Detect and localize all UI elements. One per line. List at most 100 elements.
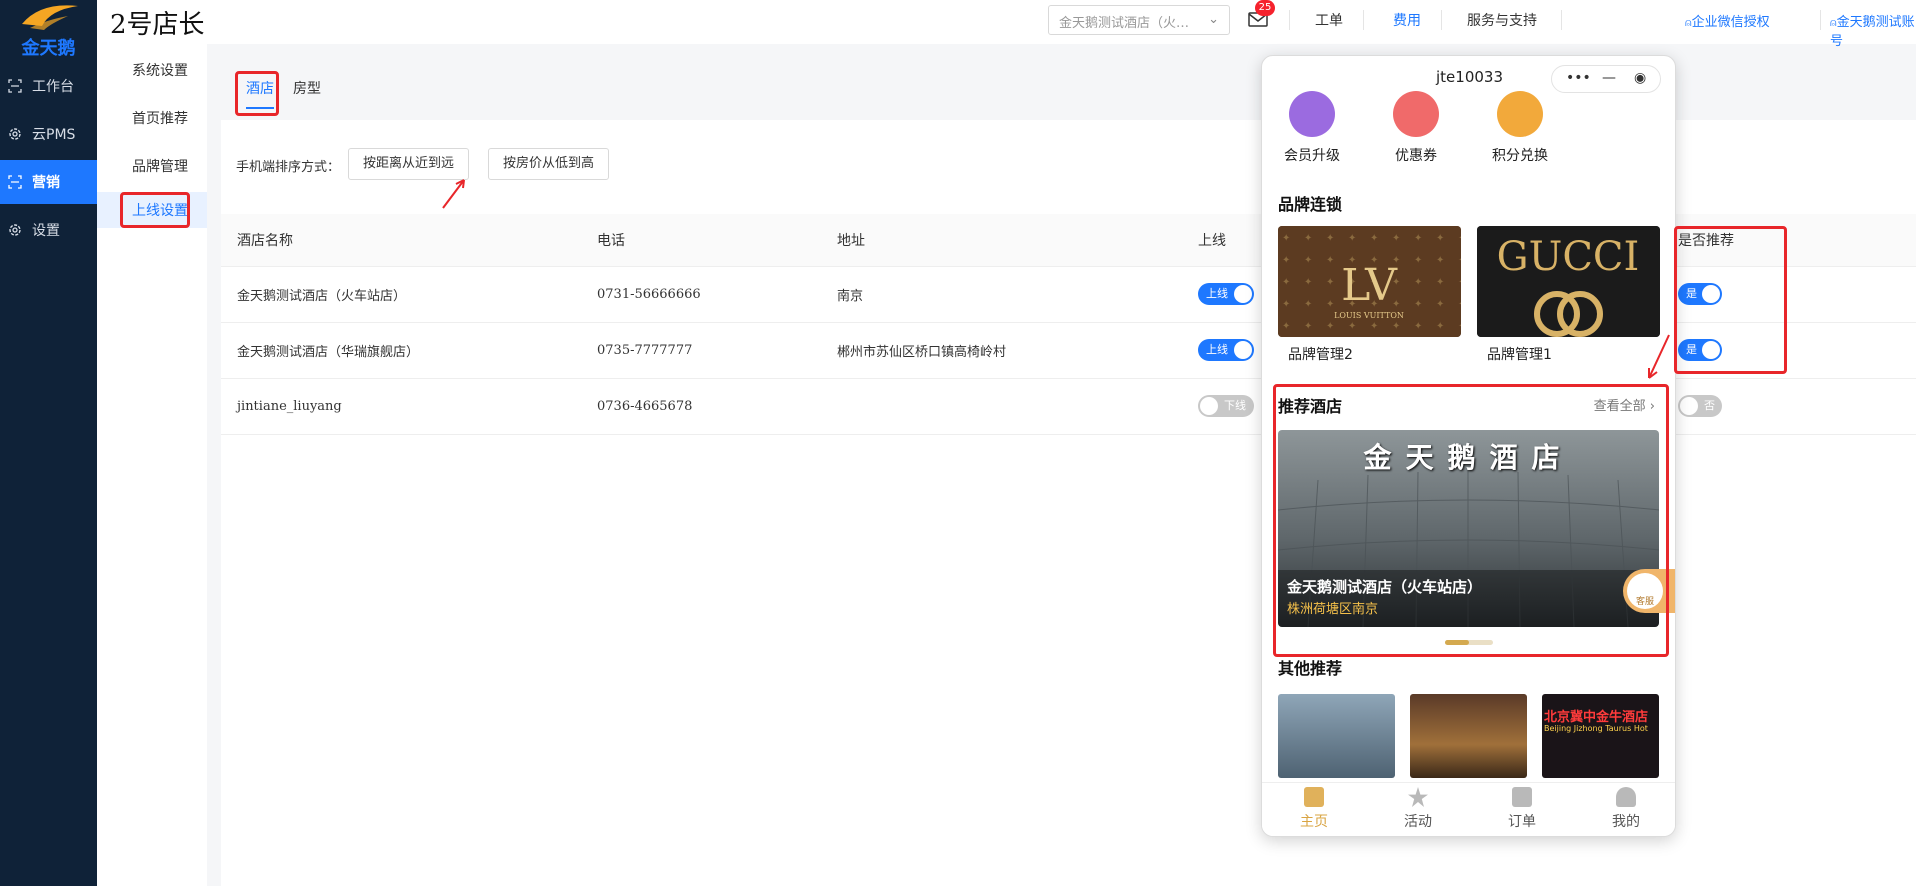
brand-logo[interactable]: 金天鹅 (0, 0, 97, 59)
online-toggle[interactable]: 上线 (1198, 339, 1254, 361)
store-select[interactable]: 金天鹅测试酒店（火… ⌄ (1048, 5, 1230, 35)
brand-card-gucci[interactable]: GUCCI (1477, 226, 1660, 337)
svg-text:LV: LV (1341, 260, 1398, 311)
hotel-phone-cell: 0736-4665678 (581, 378, 821, 435)
lv-logo-icon: ✦ LV LOUIS VUITTON (1278, 226, 1461, 337)
nav-label: 设置 (32, 223, 60, 239)
gear-icon (8, 127, 22, 141)
divider (1561, 10, 1562, 30)
banner-hotel-name: 金天鹅测试酒店（火车站店） (1287, 578, 1483, 596)
service-support-link[interactable]: 服务与支持 (1467, 10, 1537, 30)
settings-gear-icon (8, 223, 22, 237)
account-link[interactable]: ⍝金天鹅测试账号 (1830, 11, 1916, 49)
quick-link-coupon[interactable]: 优惠券 (1376, 91, 1456, 165)
workbench-icon (8, 79, 22, 93)
tabbar-activity[interactable]: 活动 (1366, 787, 1470, 831)
toggle-label: 上线 (1206, 343, 1228, 356)
recommended-hotel-banner[interactable]: 金天鹅酒店 金天鹅测试酒店（火车站店） 株洲荷塘区南京 (1278, 430, 1659, 627)
toggle-knob (1234, 285, 1252, 303)
member-upgrade-icon (1289, 91, 1335, 137)
points-exchange-icon (1497, 91, 1543, 137)
top-header: 2号店长 金天鹅测试酒店（火… ⌄ 25 工单 费用 服务与支持 ⍝企业微信授权… (97, 0, 1916, 49)
wecom-auth-link[interactable]: ⍝企业微信授权 (1685, 11, 1770, 30)
order-icon (1512, 787, 1532, 807)
main-sidebar: 金天鹅 工作台 云PMS 营销 设置 (0, 0, 97, 886)
recommend-toggle[interactable]: 是 (1678, 283, 1722, 305)
tab-room-type[interactable]: 房型 (293, 78, 321, 98)
toggle-label: 是 (1686, 287, 1697, 300)
minimize-icon[interactable]: — (1602, 70, 1616, 86)
recommend-cell: 是 (1662, 266, 1916, 323)
divider (1363, 10, 1364, 30)
mobile-preview-window: jte10033 ••• — ◉ 会员升级 优惠券 积分兑换 品牌连锁 ✦ LV… (1261, 55, 1676, 837)
recommend-toggle[interactable]: 是 (1678, 339, 1722, 361)
hotel-address-cell (821, 378, 1182, 435)
message-count-badge: 25 (1255, 0, 1275, 16)
tab-hotel[interactable]: 酒店 (246, 78, 274, 98)
online-toggle[interactable]: 下线 (1198, 395, 1254, 417)
hotel-neon-sign: 北京冀中金牛酒店 (1544, 710, 1649, 725)
hotel-name-cell: 金天鹅测试酒店（华瑞旗舰店） (221, 322, 581, 379)
brand-card-lv[interactable]: ✦ LV LOUIS VUITTON (1278, 226, 1461, 337)
fees-link[interactable]: 费用 (1393, 10, 1421, 30)
customer-service-button[interactable]: 客服 (1623, 569, 1675, 613)
hotel-neon-sign-en: Beijing Jizhong Taurus Hot (1544, 724, 1648, 733)
brand-name: 品牌管理2 (1288, 347, 1353, 363)
sub-sidebar: 系统设置 首页推荐 品牌管理 上线设置 (97, 44, 207, 886)
tabbar-home[interactable]: 主页 (1262, 787, 1366, 831)
headset-icon: 客服 (1627, 573, 1663, 609)
user-icon: ⍝ (1830, 16, 1837, 29)
nav-item-cloud-pms[interactable]: 云PMS (0, 112, 97, 156)
toggle-label: 是 (1686, 343, 1697, 356)
chevron-down-icon: ⌄ (1208, 12, 1219, 27)
tabbar-mine[interactable]: 我的 (1574, 787, 1675, 831)
hotel-name-cell: 金天鹅测试酒店（火车站店） (221, 266, 581, 323)
gucci-logo-icon: GUCCI (1477, 226, 1660, 337)
toggle-label: 否 (1704, 399, 1715, 412)
tabbar-label: 活动 (1404, 814, 1432, 830)
subnav-online-settings[interactable]: 上线设置 (97, 192, 207, 228)
other-hotel-card[interactable]: 北京冀中金牛酒店 Beijing Jizhong Taurus Hot (1542, 694, 1659, 778)
nav-item-workbench[interactable]: 工作台 (0, 64, 97, 108)
user-profile-icon (1616, 787, 1636, 807)
carousel-indicator-active (1445, 640, 1469, 645)
toggle-knob (1680, 397, 1698, 415)
tabbar-orders[interactable]: 订单 (1470, 787, 1574, 831)
quick-link-label: 会员升级 (1284, 148, 1340, 164)
quick-link-label: 积分兑换 (1492, 148, 1548, 164)
banner-hotel-address: 株洲荷塘区南京 (1287, 602, 1379, 617)
online-toggle[interactable]: 上线 (1198, 283, 1254, 305)
toggle-label: 上线 (1206, 287, 1228, 300)
subnav-home-recommend[interactable]: 首页推荐 (97, 100, 207, 136)
work-order-link[interactable]: 工单 (1315, 10, 1343, 30)
svg-text:GUCCI: GUCCI (1497, 234, 1640, 280)
column-header-name: 酒店名称 (221, 214, 581, 267)
hotel-address-cell: 南京 (821, 266, 1182, 323)
subnav-system-settings[interactable]: 系统设置 (97, 52, 207, 88)
other-hotel-card[interactable] (1278, 694, 1395, 778)
close-target-icon[interactable]: ◉ (1634, 70, 1646, 86)
hotel-phone-cell: 0735-7777777 (581, 322, 821, 379)
nav-label: 云PMS (32, 127, 76, 143)
recommend-toggle[interactable]: 否 (1678, 395, 1722, 417)
more-dots-icon[interactable]: ••• (1566, 70, 1591, 86)
nav-item-settings[interactable]: 设置 (0, 208, 97, 252)
nav-label: 工作台 (32, 79, 74, 95)
see-all-link[interactable]: 查看全部 › (1594, 395, 1655, 414)
star-icon (1408, 787, 1428, 807)
other-hotel-card[interactable] (1410, 694, 1527, 778)
marketing-icon (8, 175, 22, 189)
nav-item-marketing[interactable]: 营销 (0, 160, 97, 204)
tabbar-label: 我的 (1612, 814, 1640, 830)
mini-program-tabbar: 主页 活动 订单 我的 (1262, 782, 1675, 836)
sort-by-price-button[interactable]: 按房价从低到高 (488, 148, 610, 180)
quick-link-points-exchange[interactable]: 积分兑换 (1480, 91, 1560, 165)
recommend-section-title: 推荐酒店 (1278, 397, 1343, 416)
carousel-indicator (1445, 640, 1493, 645)
subnav-brand-management[interactable]: 品牌管理 (97, 148, 207, 184)
recommend-cell: 否 (1662, 378, 1916, 435)
sort-by-distance-button[interactable]: 按距离从近到远 (348, 148, 470, 180)
quick-link-member-upgrade[interactable]: 会员升级 (1272, 91, 1352, 165)
home-icon (1304, 787, 1324, 807)
toggle-knob (1234, 341, 1252, 359)
